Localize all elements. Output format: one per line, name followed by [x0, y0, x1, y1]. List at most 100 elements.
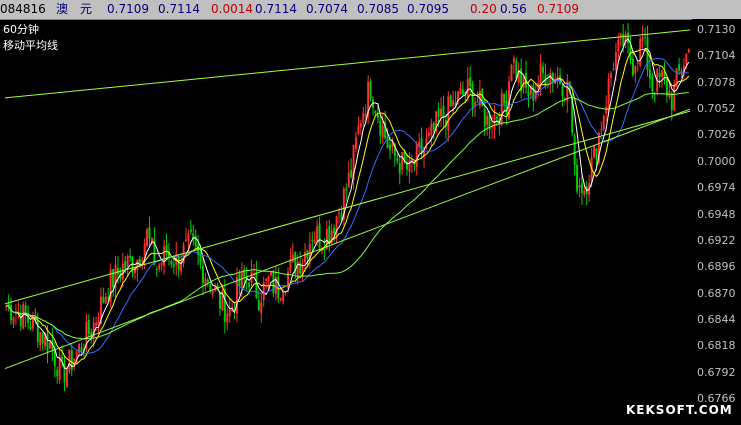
candle-body	[622, 33, 625, 46]
candle-body	[359, 123, 362, 128]
candle-body	[512, 58, 515, 63]
candle-body	[396, 158, 399, 162]
candle-body	[311, 239, 314, 241]
candle-body	[379, 120, 382, 136]
price-tick-label: 0.6948	[697, 207, 736, 221]
candle-body	[600, 129, 603, 131]
candle-body	[580, 183, 583, 194]
candle-body	[532, 85, 535, 101]
candle-body	[561, 85, 564, 97]
candle-body	[357, 125, 360, 134]
price-tick-label: 0.6870	[697, 286, 736, 300]
candle-body	[184, 239, 187, 242]
candle-body	[651, 74, 654, 92]
candle-body	[415, 144, 418, 168]
candle-body	[466, 79, 469, 97]
candle-body	[495, 116, 498, 119]
candle-body	[129, 255, 132, 259]
price-tick-label: 0.7052	[697, 102, 736, 116]
candle-body	[187, 233, 190, 241]
candle-body	[265, 278, 268, 281]
candle-body	[65, 369, 68, 387]
candle-body	[362, 112, 365, 123]
candle-body	[398, 163, 401, 174]
candle-body	[461, 89, 464, 95]
candle-body	[355, 137, 357, 149]
candle-body	[158, 264, 161, 270]
trendline-2	[4, 110, 691, 305]
candle-body	[476, 101, 479, 103]
candle-body	[474, 102, 476, 106]
candle-body	[644, 36, 647, 38]
candle-body	[452, 100, 455, 106]
candle-body	[56, 370, 59, 377]
candle-body	[48, 342, 51, 349]
candle-body	[141, 260, 144, 262]
candle-body	[578, 184, 581, 188]
candle-body	[661, 69, 664, 78]
candle-body	[155, 269, 158, 271]
candle-body	[80, 347, 83, 352]
candle-body	[299, 262, 302, 274]
candle-body	[270, 271, 272, 276]
candle-body	[61, 356, 64, 361]
candle-body	[602, 115, 605, 130]
candle-body	[12, 317, 15, 324]
candle-body	[7, 303, 10, 306]
open-value: 0.7114	[255, 2, 297, 16]
price-tick-label: 0.6818	[697, 339, 736, 353]
prev-close-value: 0.7085	[357, 2, 399, 16]
candle-body	[201, 265, 204, 284]
candle-body	[211, 290, 214, 295]
change-value: 0.0014	[211, 2, 253, 16]
price-tick-label: 0.6844	[697, 312, 736, 326]
candle-body	[255, 272, 258, 298]
candle-body	[172, 264, 175, 268]
trendline-1	[4, 29, 691, 99]
candle-body	[338, 212, 340, 214]
candle-body	[583, 190, 586, 196]
candle-body	[486, 115, 489, 126]
candle-body	[279, 298, 282, 301]
candle-body	[46, 333, 49, 352]
candle-body	[165, 244, 168, 255]
candle-body	[189, 229, 192, 232]
price-chart[interactable]	[0, 19, 692, 425]
candle-body	[641, 37, 644, 41]
indicator-label: 移动平均线	[3, 39, 58, 52]
candle-body	[573, 135, 576, 165]
price-tick-label: 0.7026	[697, 128, 736, 142]
candle-body	[104, 296, 107, 304]
candle-body	[376, 114, 379, 119]
candle-body	[440, 108, 442, 117]
candle-body	[248, 282, 251, 287]
candle-body	[313, 240, 316, 244]
last-price-value: 0.7109	[537, 2, 579, 16]
price-tick-label: 0.6922	[697, 233, 736, 247]
ma-line-10	[6, 48, 690, 365]
candle-body	[614, 51, 617, 69]
candle-body	[401, 152, 404, 170]
price-tick-label: 0.6974	[697, 181, 736, 195]
candle-body	[389, 144, 391, 151]
candle-body	[639, 38, 642, 66]
candle-body	[112, 269, 115, 288]
candle-body	[347, 172, 350, 188]
candle-body	[427, 132, 430, 137]
candle-body	[607, 78, 610, 111]
candle-body	[170, 260, 173, 265]
candle-body	[260, 302, 263, 314]
candle-body	[228, 309, 231, 317]
candle-body	[500, 93, 503, 125]
candle-body	[483, 108, 486, 127]
candle-body	[549, 73, 552, 84]
low-value: 0.7074	[306, 2, 348, 16]
candle-body	[420, 138, 423, 154]
candle-body	[685, 54, 688, 65]
candle-body	[304, 252, 306, 263]
candle-body	[687, 49, 690, 53]
candle-body	[291, 254, 294, 262]
price-tick-label: 0.6896	[697, 260, 736, 274]
candle-body	[631, 58, 634, 76]
symbol-name: 澳 元	[56, 2, 93, 16]
